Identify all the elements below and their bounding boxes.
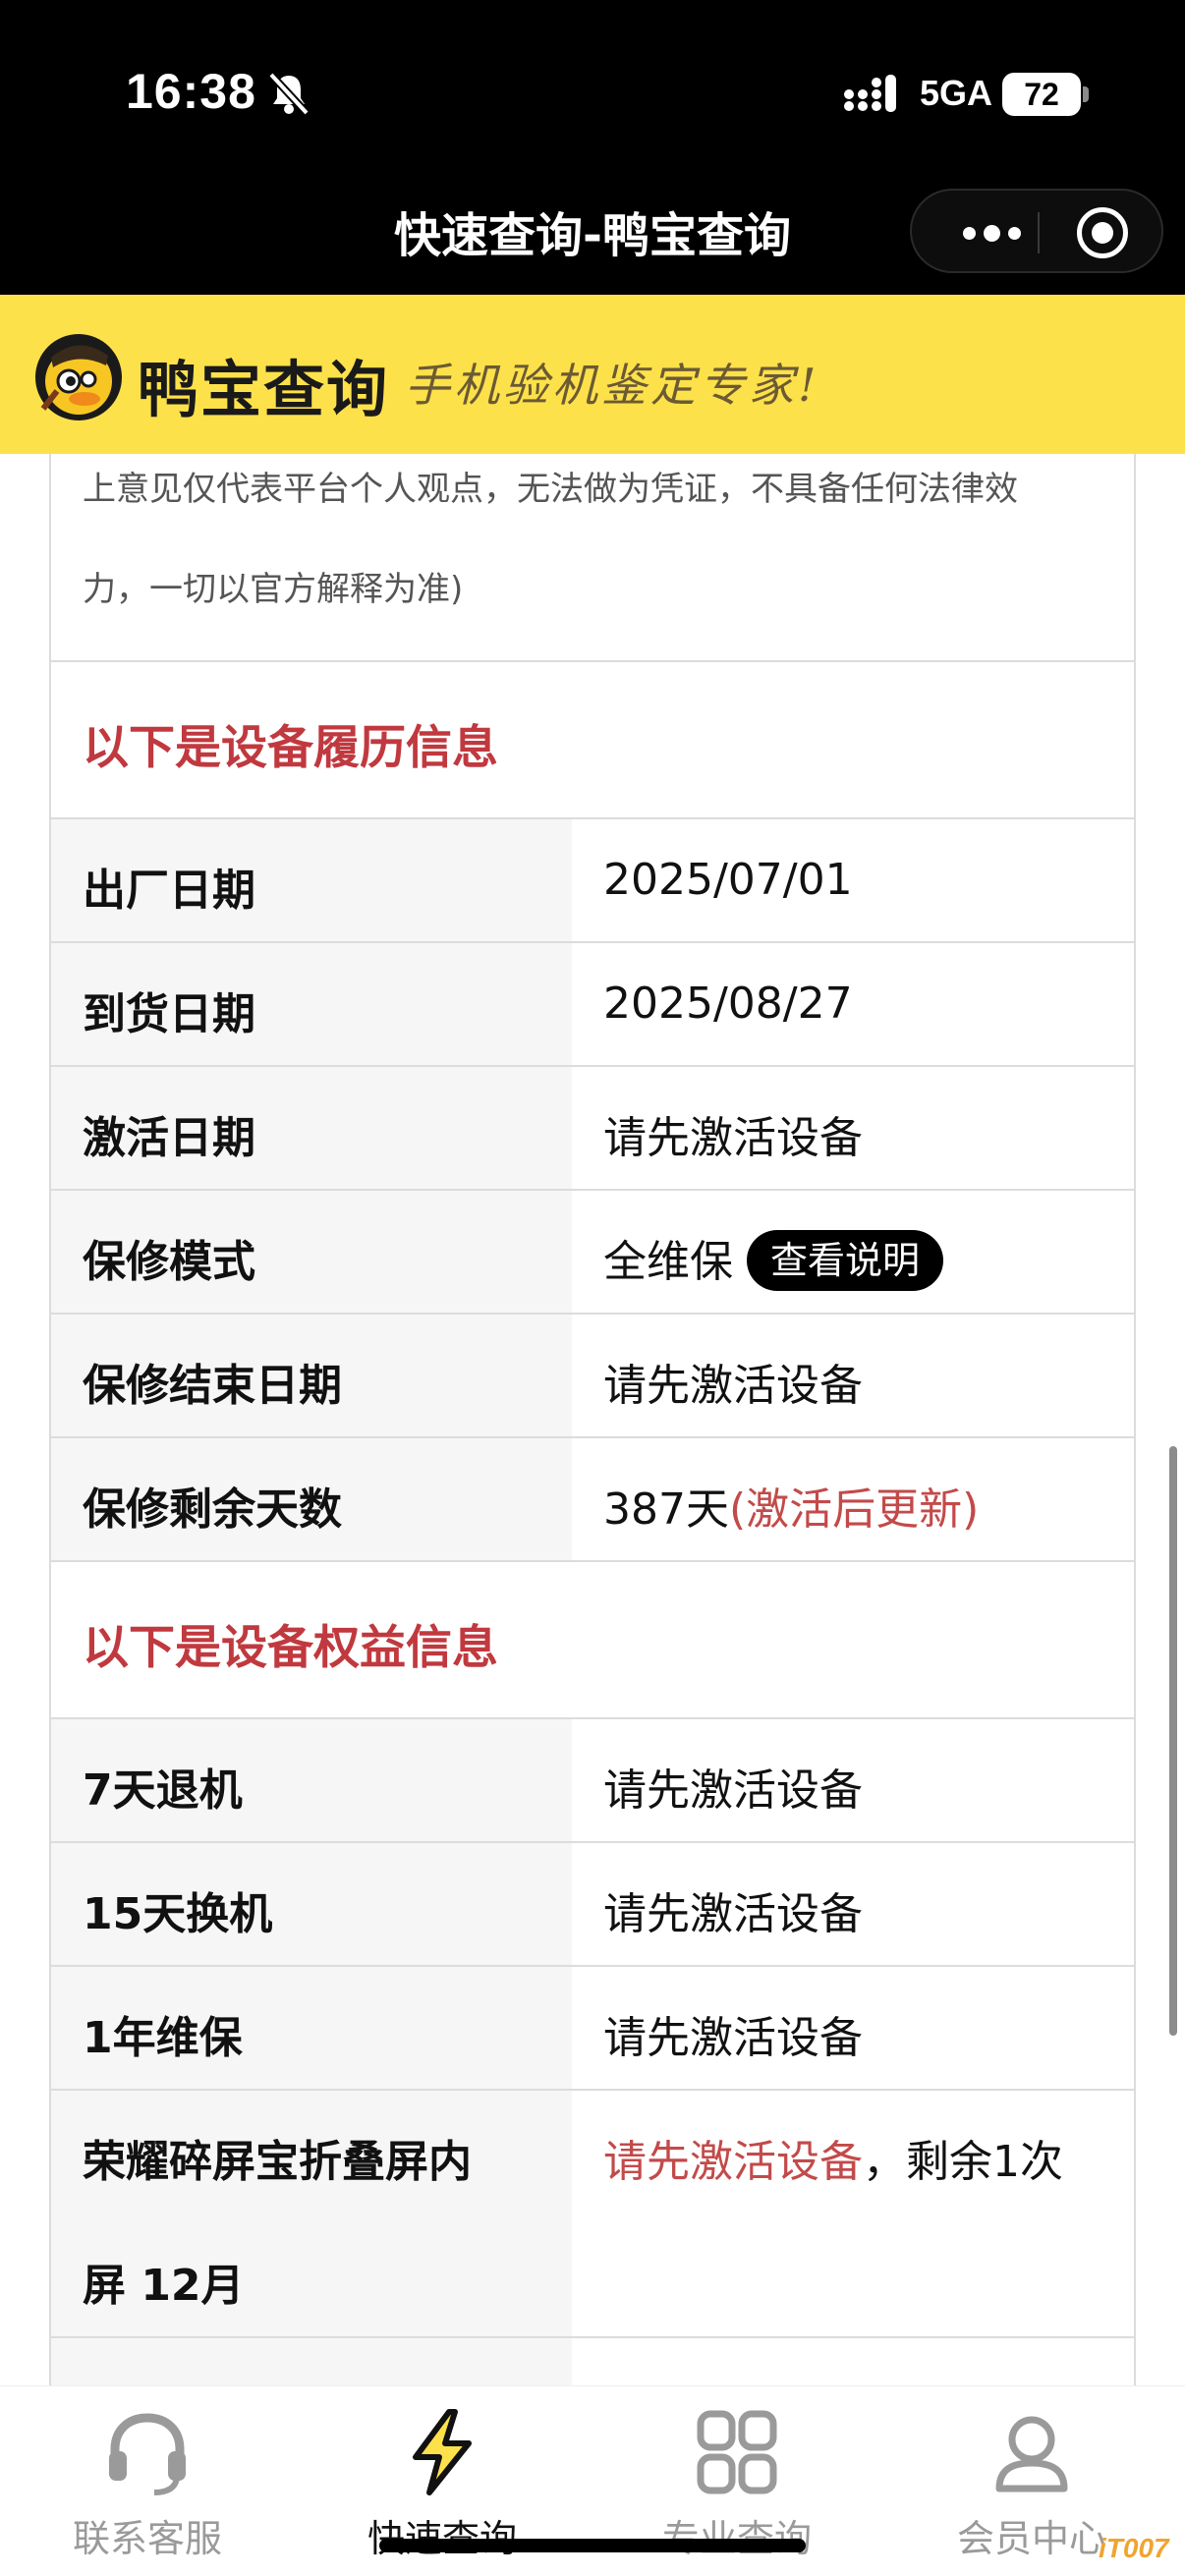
row-value: 请先激活设备 (603, 1889, 863, 1939)
update-note: (激活后更新) (728, 1484, 980, 1535)
brand-slogan: 手机验机鉴定专家! (405, 359, 820, 412)
battery-level: 72 (1002, 73, 1081, 116)
tab-label: 联系客服 (72, 2517, 222, 2560)
row-value: 387天(激活后更新) (603, 1474, 979, 1537)
battery-icon (1083, 86, 1089, 102)
row-label: 保修结束日期 (83, 1361, 342, 1411)
row-value: 2025/07/01 (603, 855, 853, 905)
row-label: 7天退机 (83, 1765, 243, 1816)
table-row: 保修剩余天数 387天(激活后更新) (51, 1436, 1134, 1560)
scrollbar[interactable] (1169, 1446, 1177, 2036)
table-row: 荣耀碎屏宝折叠屏内 屏 12月 请先激活设备，剩余1次 (51, 2089, 1134, 2336)
table-row: 出厂日期 2025/07/01 (51, 817, 1134, 941)
mini-program-capsule (910, 189, 1163, 273)
row-value: 请先激活设备 (603, 1361, 863, 1411)
row-value: 请先激活设备 (603, 1765, 863, 1816)
row-value: 请先激活设备 (603, 2013, 863, 2063)
duck-logo-icon (35, 334, 122, 420)
home-indicator[interactable] (379, 2539, 806, 2552)
row-label: 屏 12月 (83, 2261, 245, 2311)
user-icon (995, 2416, 1068, 2492)
tab-contact-service[interactable]: 联系客服 (0, 2386, 295, 2576)
table-row: 1年维保 请先激活设备 (51, 1965, 1134, 2089)
row-value: 请先激活设备 (603, 1113, 863, 1163)
row-label: 激活日期 (83, 1113, 255, 1163)
row-value: 请先激活设备，剩余1次 (603, 2126, 1063, 2189)
table-row: 7天退机 请先激活设备 (51, 1717, 1134, 1841)
row-label: 荣耀碎屏宝折叠屏内 (83, 2137, 472, 2187)
disclaimer-line: 力，一切以官方解释为准) (83, 570, 464, 609)
activation-status: 请先激活设备 (603, 2137, 863, 2187)
network-type: 5GA (920, 73, 993, 113)
tab-label: 专业查询 (590, 2508, 884, 2562)
grid-icon (697, 2410, 777, 2494)
disclaimer-line: 上意见仅代表平台个人观点，无法做为凭证，不具备任何法律效 (83, 470, 1018, 509)
row-label: 1年维保 (83, 2013, 243, 2063)
row-label: 保修模式 (83, 1237, 255, 1287)
watermark-logo: iT007 (1099, 2533, 1169, 2563)
table-row: 激活日期 请先激活设备 (51, 1065, 1134, 1189)
row-value: 全维保 查看说明 (603, 1226, 944, 1295)
rights-section-title: 以下是设备权益信息 (83, 1621, 498, 1675)
view-explanation-button[interactable]: 查看说明 (747, 1230, 944, 1291)
headset-icon (109, 2413, 186, 2495)
signal-icon (844, 75, 896, 112)
table-row: 到货日期 2025/08/27 (51, 941, 1134, 1065)
table-row: 保修结束日期 请先激活设备 (51, 1313, 1134, 1436)
status-time: 16:38 (126, 64, 256, 119)
close-target-icon[interactable] (1077, 207, 1128, 258)
row-label: 出厂日期 (83, 866, 255, 916)
more-icon[interactable] (947, 191, 1036, 275)
row-label: 15天换机 (83, 1889, 273, 1939)
remaining-days: 387天 (603, 1484, 729, 1535)
remaining-count: ，剩余1次 (863, 2137, 1063, 2187)
row-value: 2025/08/27 (603, 979, 853, 1029)
warranty-mode: 全维保 (603, 1237, 733, 1287)
row-label: 到货日期 (83, 989, 255, 1039)
status-bar: 16:38 5GA 72 快速查询-鸭宝查询 (0, 0, 1185, 295)
history-section-title: 以下是设备履历信息 (83, 721, 498, 775)
tab-label: 快速查询 (295, 2508, 590, 2562)
table-row: 15天换机 请先激活设备 (51, 1841, 1134, 1965)
row-label: 保修剩余天数 (83, 1484, 342, 1535)
bell-muted-icon (268, 72, 310, 116)
brand-name: 鸭宝查询 (138, 354, 390, 425)
lightning-icon (413, 2409, 472, 2495)
table-row: 保修模式 全维保 查看说明 (51, 1189, 1134, 1313)
